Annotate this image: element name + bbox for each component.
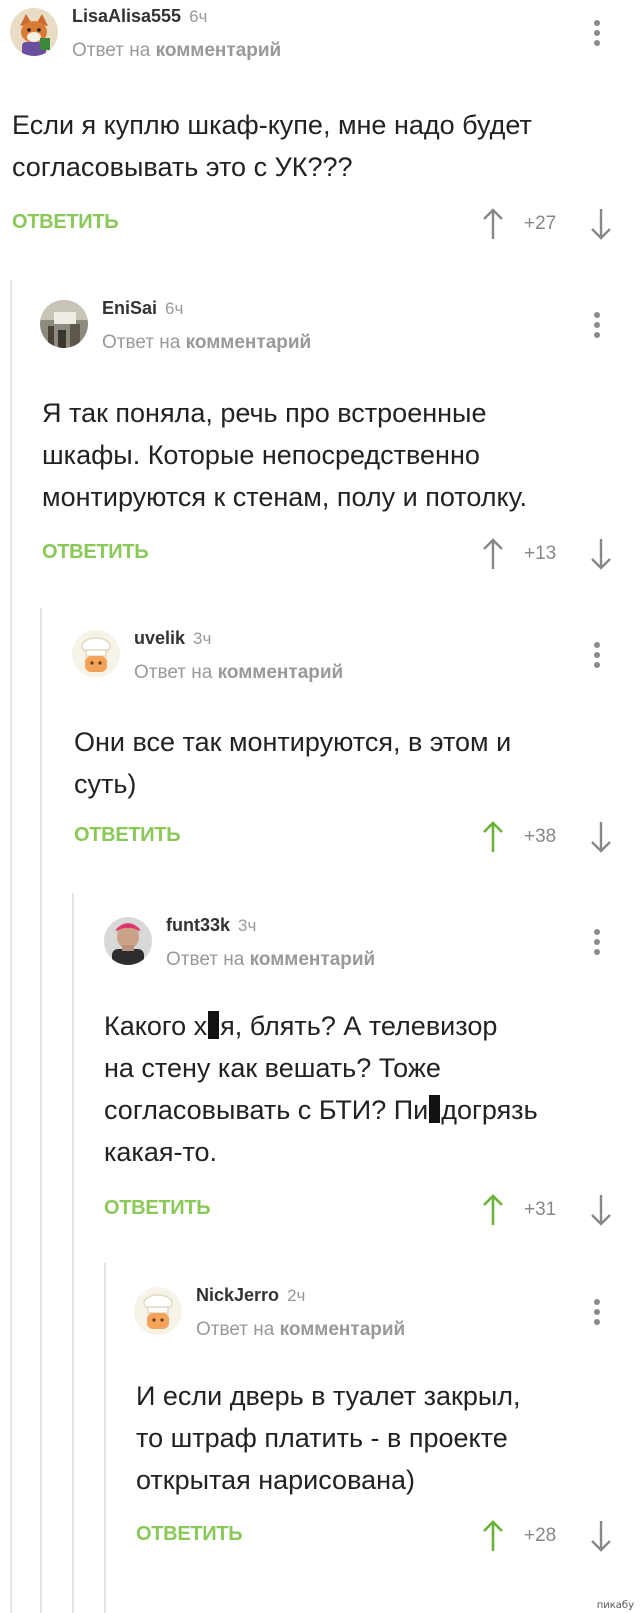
author-name[interactable]: EniSai <box>102 298 157 318</box>
more-options-icon[interactable] <box>582 312 612 346</box>
rating-value: +27 <box>524 213 557 234</box>
reply-to: Ответ на комментарий <box>196 1319 405 1341</box>
reply-to: Ответ на комментарий <box>134 662 343 684</box>
comment-time: 3ч <box>193 629 212 648</box>
rating-value: +31 <box>524 1199 557 1220</box>
vote-controls: +27 <box>482 205 622 245</box>
vote-controls: +13 <box>482 535 622 575</box>
vote-controls: +31 <box>482 1191 622 1231</box>
reply-to-link[interactable]: комментарий <box>156 40 282 61</box>
censor-bar <box>429 1095 441 1123</box>
vote-controls: +38 <box>482 818 622 858</box>
upvote-arrow-icon[interactable] <box>482 820 504 854</box>
comment-meta: uvelik 3ч <box>134 628 211 649</box>
thread-line[interactable] <box>104 1263 106 1613</box>
reply-button[interactable]: ОТВЕТИТЬ <box>42 541 149 564</box>
more-options-icon[interactable] <box>582 20 612 54</box>
upvote-arrow-icon[interactable] <box>482 207 504 241</box>
reply-to-prefix: Ответ на <box>196 1319 275 1340</box>
author-avatar[interactable] <box>72 630 120 678</box>
upvote-arrow-icon[interactable] <box>482 1519 504 1553</box>
reply-to-prefix: Ответ на <box>72 40 151 61</box>
downvote-arrow-icon[interactable] <box>590 537 612 571</box>
reply-to-prefix: Ответ на <box>166 949 245 970</box>
downvote-arrow-icon[interactable] <box>590 207 612 241</box>
comment-text: Я так поняла, речь про встроенные шкафы.… <box>42 398 527 512</box>
comment-meta: funt33k 3ч <box>166 915 256 936</box>
downvote-arrow-icon[interactable] <box>590 1193 612 1227</box>
author-name[interactable]: NickJerro <box>196 1285 279 1305</box>
comment-time: 2ч <box>287 1286 306 1305</box>
reply-to-link[interactable]: комментарий <box>250 949 376 970</box>
reply-to: Ответ на комментарий <box>102 332 311 354</box>
author-name[interactable]: funt33k <box>166 915 230 935</box>
comment-text: Если я куплю шкаф-купе, мне надо будет с… <box>12 110 532 182</box>
censor-bar <box>208 1011 220 1039</box>
reply-to-link[interactable]: комментарий <box>218 662 344 683</box>
more-options-icon[interactable] <box>582 1299 612 1333</box>
watermark: пикабу <box>596 1600 634 1611</box>
comment-time: 6ч <box>165 299 184 318</box>
reply-to: Ответ на комментарий <box>72 40 281 62</box>
upvote-arrow-icon[interactable] <box>482 1193 504 1227</box>
author-name[interactable]: LisaAlisa555 <box>72 6 181 26</box>
rating-value: +28 <box>524 1525 557 1546</box>
author-avatar[interactable] <box>40 300 88 348</box>
rating-value: +38 <box>524 826 557 847</box>
reply-to: Ответ на комментарий <box>166 949 375 971</box>
author-avatar[interactable] <box>104 917 152 965</box>
reply-button[interactable]: ОТВЕТИТЬ <box>74 824 181 847</box>
upvote-arrow-icon[interactable] <box>482 537 504 571</box>
downvote-arrow-icon[interactable] <box>590 1519 612 1553</box>
more-options-icon[interactable] <box>582 642 612 676</box>
rating-value: +13 <box>524 543 557 564</box>
author-name[interactable]: uvelik <box>134 628 185 648</box>
reply-button[interactable]: ОТВЕТИТЬ <box>12 211 119 234</box>
comment-meta: EniSai 6ч <box>102 298 183 319</box>
comment-text: Они все так монтируются, в этом и суть) <box>74 727 512 799</box>
reply-to-prefix: Ответ на <box>102 332 181 353</box>
downvote-arrow-icon[interactable] <box>590 820 612 854</box>
author-avatar[interactable] <box>10 8 58 56</box>
comment: LisaAlisa555 6ч Ответ на комментарий Если… <box>0 0 640 268</box>
comment-text: И если дверь в туалет закрыл, то штраф п… <box>136 1381 521 1495</box>
comment: NickJerro 2ч Ответ на комментарий И если … <box>0 1263 640 1613</box>
reply-button[interactable]: ОТВЕТИТЬ <box>136 1523 243 1546</box>
vote-controls: +28 <box>482 1517 622 1557</box>
comment-meta: LisaAlisa555 6ч <box>72 6 207 27</box>
reply-button[interactable]: ОТВЕТИТЬ <box>104 1197 211 1220</box>
comment-text: Какого х я, блять? А телевизор на стену к… <box>104 1011 538 1167</box>
reply-to-link[interactable]: комментарий <box>280 1319 406 1340</box>
reply-to-link[interactable]: комментарий <box>186 332 312 353</box>
comment-time: 6ч <box>189 7 208 26</box>
author-avatar[interactable] <box>134 1287 182 1335</box>
comment-meta: NickJerro 2ч <box>196 1285 305 1306</box>
reply-to-prefix: Ответ на <box>134 662 213 683</box>
comment-time: 3ч <box>238 916 257 935</box>
more-options-icon[interactable] <box>582 929 612 963</box>
